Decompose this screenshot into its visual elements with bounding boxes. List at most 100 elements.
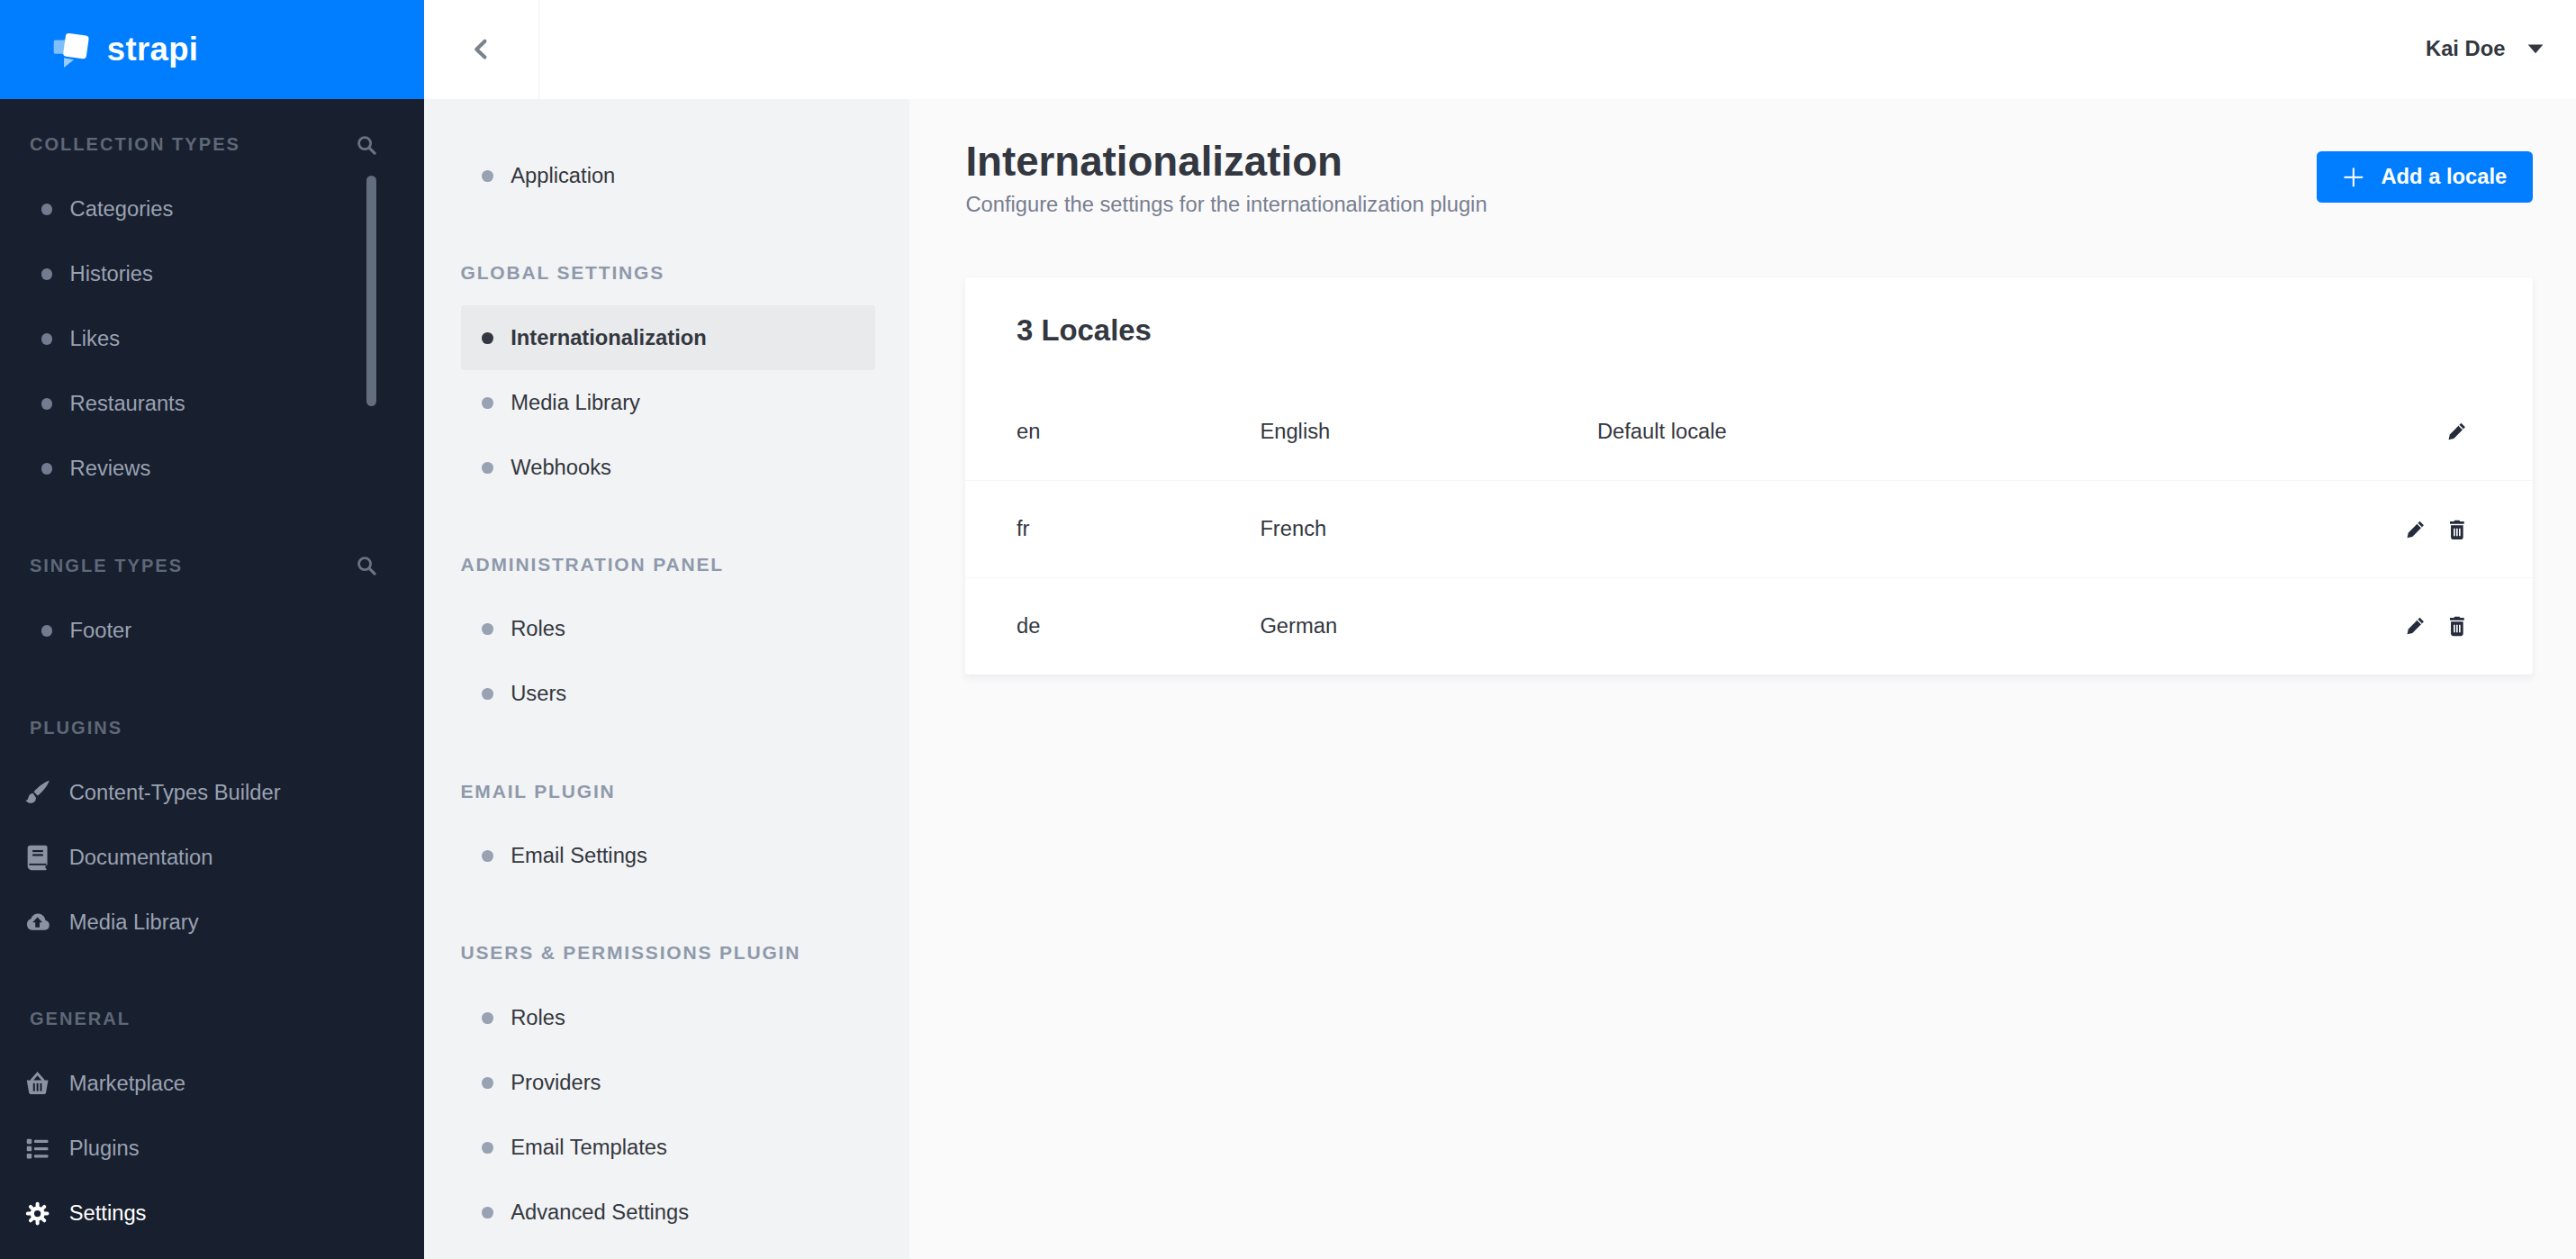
sidebar-item-label: Restaurants xyxy=(70,392,185,416)
edit-locale-button[interactable] xyxy=(2405,519,2427,540)
locales-count: 3 Locales xyxy=(965,277,2533,383)
sidebar-item-footer[interactable]: Footer xyxy=(0,598,424,663)
bullet-icon xyxy=(41,268,53,280)
bullet-icon xyxy=(41,333,53,345)
sidebar-item-media-library[interactable]: Media Library xyxy=(0,890,424,955)
locale-code: de xyxy=(1017,614,1260,639)
page-subtitle: Configure the settings for the internati… xyxy=(965,193,2533,217)
locale-row: deGerman xyxy=(965,577,2533,675)
locale-row: frFrench xyxy=(965,480,2533,577)
settings-item-label: Users xyxy=(511,682,566,706)
settings-item-roles[interactable]: Roles xyxy=(461,985,875,1050)
locale-name: French xyxy=(1260,517,1597,541)
bullet-icon xyxy=(482,332,493,344)
sidebar-section: PLUGINSContent-Types BuilderDocumentatio… xyxy=(0,695,424,955)
sidebar-item-reviews[interactable]: Reviews xyxy=(0,437,424,502)
delete-locale-button[interactable] xyxy=(2446,615,2468,637)
settings-group: ADMINISTRATION PANELRolesUsers xyxy=(424,532,909,727)
settings-item-label: Roles xyxy=(511,1006,565,1030)
locales-table: enEnglishDefault localefrFrenchdeGerman xyxy=(965,383,2533,674)
search-icon[interactable] xyxy=(356,555,377,576)
bullet-icon xyxy=(482,850,493,862)
edit-locale-button[interactable] xyxy=(2446,421,2468,442)
sidebar-scrollbar[interactable] xyxy=(366,176,376,406)
settings-group-header: GLOBAL SETTINGS xyxy=(424,240,909,305)
settings-item-label: Email Templates xyxy=(511,1136,667,1160)
sidebar-section-title: SINGLE TYPES xyxy=(30,556,183,576)
bullet-icon xyxy=(482,1207,493,1218)
sidebar-item-categories[interactable]: Categories xyxy=(0,177,424,242)
settings-item-application[interactable]: Application xyxy=(461,143,875,208)
locale-actions xyxy=(2385,519,2467,540)
sidebar-section-header: COLLECTION TYPES xyxy=(0,113,424,177)
paint-brush-icon xyxy=(24,779,50,805)
book-icon xyxy=(24,844,50,870)
settings-item-users[interactable]: Users xyxy=(461,662,875,727)
main-content: Internationalization Configure the setti… xyxy=(909,99,2576,1259)
settings-item-label: Internationalization xyxy=(511,326,707,350)
shopping-basket-icon xyxy=(24,1071,50,1097)
sidebar-section-header: SINGLE TYPES xyxy=(0,533,424,598)
sidebar-item-label: Categories xyxy=(70,197,174,222)
settings-item-label: Roles xyxy=(511,617,565,641)
sidebar-item-plugins[interactable]: Plugins xyxy=(0,1117,424,1182)
bullet-icon xyxy=(482,397,493,409)
bullet-icon xyxy=(482,170,493,182)
back-button[interactable] xyxy=(424,0,539,99)
bullet-icon xyxy=(482,1142,493,1154)
settings-item-media-library[interactable]: Media Library xyxy=(461,370,875,435)
settings-item-label: Email Settings xyxy=(511,844,647,868)
locale-name: German xyxy=(1260,614,1597,639)
user-menu[interactable]: Kai Doe xyxy=(2426,37,2576,61)
settings-item-email-templates[interactable]: Email Templates xyxy=(461,1115,875,1180)
add-locale-button[interactable]: Add a locale xyxy=(2317,151,2533,203)
sidebar-item-content-types-builder[interactable]: Content-Types Builder xyxy=(0,760,424,825)
sidebar-item-likes[interactable]: Likes xyxy=(0,307,424,372)
settings-item-email-settings[interactable]: Email Settings xyxy=(461,824,875,889)
bullet-icon xyxy=(482,1012,493,1024)
sidebar-item-label: Media Library xyxy=(69,910,199,935)
sidebar-item-marketplace[interactable]: Marketplace xyxy=(0,1052,424,1117)
locale-code: fr xyxy=(1017,517,1260,541)
strapi-admin: strapi COLLECTION TYPES Categories Histori… xyxy=(0,0,2576,1259)
settings-item-providers[interactable]: Providers xyxy=(461,1050,875,1115)
page-title: Internationalization xyxy=(965,138,2533,187)
delete-locale-button[interactable] xyxy=(2446,519,2468,540)
caret-down-icon xyxy=(2526,42,2544,56)
settings-item-advanced-settings[interactable]: Advanced Settings xyxy=(461,1180,875,1245)
settings-item-webhooks[interactable]: Webhooks xyxy=(461,435,875,500)
sidebar-item-documentation[interactable]: Documentation xyxy=(0,825,424,890)
bullet-icon xyxy=(41,398,53,410)
sidebar-section-header: GENERAL xyxy=(0,987,424,1052)
settings-item-label: Media Library xyxy=(511,391,640,415)
strapi-logo[interactable]: strapi xyxy=(0,0,424,99)
sidebar-item-label: Marketplace xyxy=(69,1072,185,1096)
bullet-icon xyxy=(482,462,493,474)
search-icon[interactable] xyxy=(356,134,377,156)
settings-item-label: Advanced Settings xyxy=(511,1200,689,1225)
chevron-left-icon xyxy=(469,37,493,61)
settings-item-internationalization[interactable]: Internationalization xyxy=(461,305,875,370)
edit-locale-button[interactable] xyxy=(2405,615,2427,637)
settings-group-header: EMAIL PLUGIN xyxy=(424,759,909,824)
sidebar-item-histories[interactable]: Histories xyxy=(0,242,424,307)
main-sidebar: strapi COLLECTION TYPES Categories Histori… xyxy=(0,0,424,1259)
settings-item-roles[interactable]: Roles xyxy=(461,597,875,662)
locale-row: enEnglishDefault locale xyxy=(965,383,2533,480)
sidebar-item-settings[interactable]: Settings xyxy=(0,1182,424,1246)
sidebar-item-label: Footer xyxy=(70,619,132,643)
locale-default-note: Default locale xyxy=(1597,420,2427,444)
locale-actions xyxy=(2385,615,2467,637)
locales-card: 3 Locales enEnglishDefault localefrFrenc… xyxy=(965,277,2533,674)
sidebar-section-title: GENERAL xyxy=(30,1009,131,1029)
sidebar-section: COLLECTION TYPES Categories HistoriesLikes… xyxy=(0,113,424,502)
sidebar-section-header: PLUGINS xyxy=(0,695,424,760)
sidebar-item-restaurants[interactable]: Restaurants xyxy=(0,372,424,437)
cloud-upload-icon xyxy=(24,909,50,935)
settings-item-label: Application xyxy=(511,164,615,188)
sidebar-section-title: COLLECTION TYPES xyxy=(30,134,240,155)
settings-group-header: USERS & PERMISSIONS PLUGIN xyxy=(424,920,909,985)
list-icon xyxy=(24,1136,50,1162)
bullet-icon xyxy=(482,623,493,635)
bullet-icon xyxy=(41,625,53,637)
